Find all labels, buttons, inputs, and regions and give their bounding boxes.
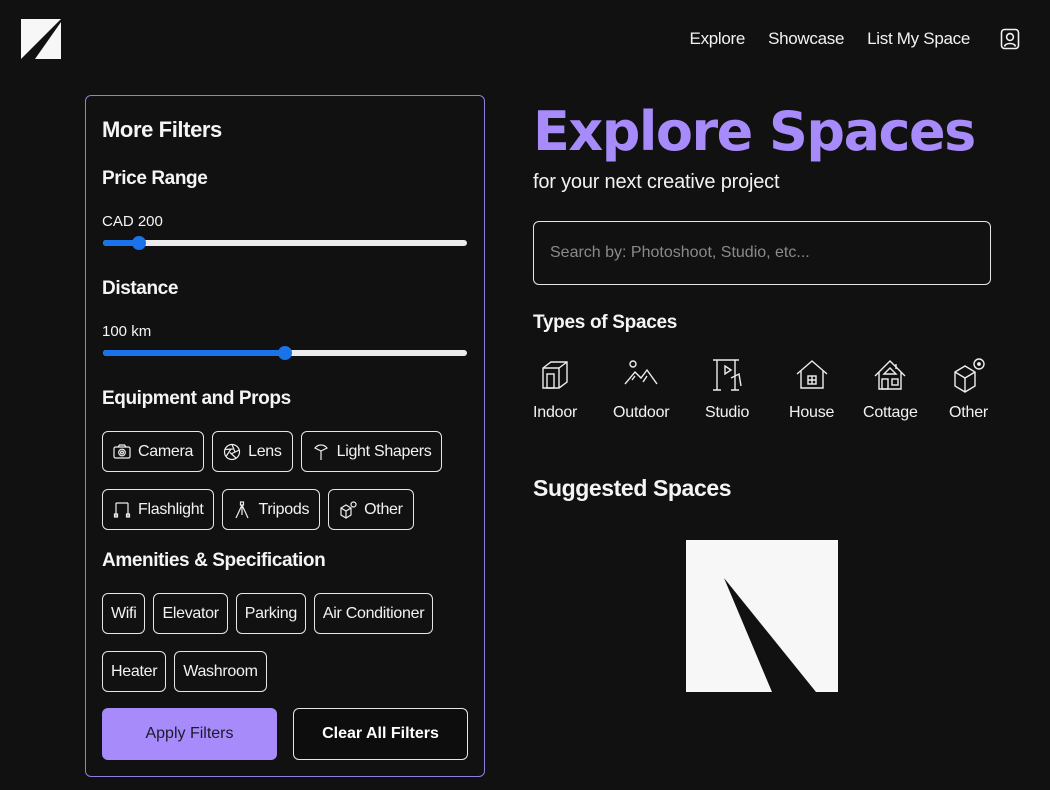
other-space-icon bbox=[953, 358, 985, 393]
filters-title: More Filters bbox=[102, 117, 222, 142]
page-title: Explore Spaces bbox=[533, 100, 976, 163]
distance-slider-handle[interactable] bbox=[278, 346, 292, 360]
chip-heater[interactable]: Heater bbox=[102, 651, 167, 692]
type-label: Studio bbox=[705, 404, 750, 421]
user-icon[interactable] bbox=[1000, 28, 1020, 50]
chip-flashlight[interactable]: Flashlight bbox=[102, 489, 215, 530]
suggested-space-image[interactable] bbox=[686, 540, 838, 692]
other-icon bbox=[339, 500, 357, 519]
price-slider-handle[interactable] bbox=[132, 236, 147, 250]
chip-label: Camera bbox=[138, 442, 194, 460]
type-house[interactable]: House bbox=[789, 356, 834, 422]
search-input[interactable] bbox=[533, 221, 991, 285]
chip-tripods[interactable]: Tripods bbox=[222, 489, 321, 530]
equipment-title: Equipment and Props bbox=[102, 388, 291, 409]
type-indoor[interactable]: Indoor bbox=[533, 356, 577, 422]
page-subtitle: for your next creative project bbox=[533, 171, 780, 193]
distance-slider-fill bbox=[103, 350, 285, 356]
type-cottage[interactable]: Cottage bbox=[863, 356, 918, 422]
chip-label: Tripods bbox=[258, 500, 310, 518]
lens-icon bbox=[223, 443, 241, 461]
amenities-row-1: Wifi Elevator Parking Air Conditioner bbox=[102, 593, 441, 634]
distance-value: 100 km bbox=[102, 323, 152, 340]
type-label: Outdoor bbox=[613, 404, 670, 421]
chip-wifi[interactable]: Wifi bbox=[102, 593, 146, 634]
type-label: House bbox=[789, 404, 835, 421]
chip-air-conditioner[interactable]: Air Conditioner bbox=[313, 593, 434, 634]
chip-label: Lens bbox=[248, 442, 282, 460]
type-outdoor[interactable]: Outdoor bbox=[613, 356, 670, 422]
chip-label: Light Shapers bbox=[336, 442, 432, 460]
types-title: Types of Spaces bbox=[533, 312, 678, 333]
chip-washroom[interactable]: Washroom bbox=[174, 651, 267, 692]
price-slider[interactable] bbox=[103, 236, 467, 250]
distance-title: Distance bbox=[102, 278, 179, 299]
chip-light-shapers[interactable]: Light Shapers bbox=[300, 431, 443, 472]
type-label: Indoor bbox=[533, 404, 578, 421]
logo[interactable] bbox=[21, 19, 61, 59]
top-nav: Explore Showcase List My Space bbox=[667, 28, 1020, 50]
amenities-row-2: Heater Washroom bbox=[102, 651, 275, 692]
amenities-title: Amenities & Specification bbox=[102, 550, 326, 571]
chip-camera[interactable]: Camera bbox=[102, 431, 205, 472]
outdoor-icon bbox=[624, 360, 658, 385]
price-range-title: Price Range bbox=[102, 168, 208, 189]
type-label: Cottage bbox=[863, 404, 918, 421]
type-label: Other bbox=[949, 404, 989, 421]
camera-icon bbox=[113, 443, 131, 461]
type-studio[interactable]: Studio bbox=[705, 356, 749, 422]
filters-panel: More Filters Price Range CAD 200 Distanc… bbox=[85, 95, 485, 777]
equipment-row-1: Camera Lens Light Shapers bbox=[102, 431, 450, 472]
clear-filters-button[interactable]: Clear All Filters bbox=[293, 708, 468, 760]
indoor-icon bbox=[542, 361, 568, 389]
nav-list-my-space[interactable]: List My Space bbox=[867, 29, 970, 49]
nav-explore[interactable]: Explore bbox=[690, 29, 746, 49]
tripod-icon bbox=[233, 500, 251, 519]
chip-other[interactable]: Other bbox=[328, 489, 414, 530]
chip-parking[interactable]: Parking bbox=[235, 593, 306, 634]
chip-label: Flashlight bbox=[138, 500, 204, 518]
suggested-title: Suggested Spaces bbox=[533, 475, 732, 501]
nav-showcase[interactable]: Showcase bbox=[768, 29, 844, 49]
distance-slider[interactable] bbox=[103, 346, 467, 360]
studio-icon bbox=[713, 359, 742, 391]
type-other[interactable]: Other bbox=[949, 356, 988, 422]
price-value: CAD 200 bbox=[102, 213, 163, 230]
chip-lens[interactable]: Lens bbox=[212, 431, 293, 472]
house-icon bbox=[796, 360, 828, 389]
chip-label: Other bbox=[364, 500, 403, 518]
chip-elevator[interactable]: Elevator bbox=[153, 593, 228, 634]
equipment-row-2: Flashlight Tripods Other bbox=[102, 489, 422, 530]
cottage-icon bbox=[874, 360, 906, 390]
flashlight-icon bbox=[113, 501, 131, 519]
light-shaper-icon bbox=[312, 443, 330, 461]
apply-filters-button[interactable]: Apply Filters bbox=[102, 708, 277, 760]
